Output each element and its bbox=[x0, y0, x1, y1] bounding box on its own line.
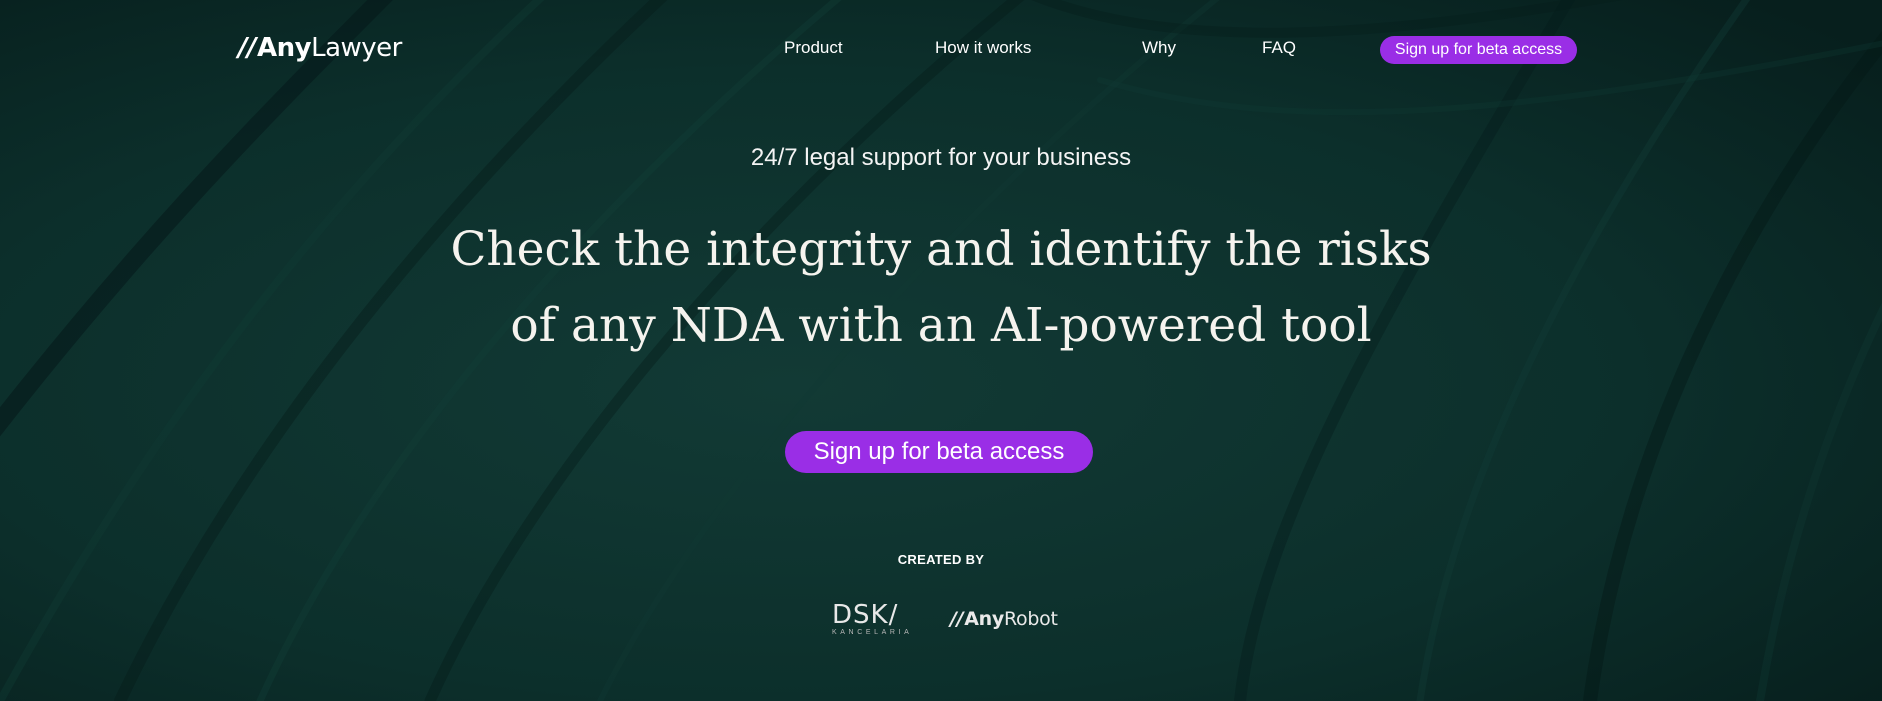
hero-headline-line-2: of any NDA with an AI-powered tool bbox=[510, 298, 1372, 353]
dsk-kancelaria-logo[interactable]: DSK/ KANCELARIA bbox=[832, 602, 924, 642]
nav-item-product[interactable]: Product bbox=[784, 38, 843, 58]
logo-any: Any bbox=[257, 33, 312, 63]
anyrobot-logo[interactable]: // Any Robot bbox=[950, 608, 1058, 630]
anyrobot-any: Any bbox=[964, 608, 1004, 630]
nav-item-why[interactable]: Why bbox=[1142, 38, 1176, 58]
anyrobot-slashes: // bbox=[950, 608, 964, 630]
hero-headline: Check the integrity and identify the ris… bbox=[341, 212, 1541, 364]
created-by-label: CREATED BY bbox=[897, 552, 985, 567]
logo-slashes: // bbox=[238, 33, 257, 63]
hero-tagline: 24/7 legal support for your business bbox=[750, 144, 1132, 171]
anylawyer-logo[interactable]: // Any Lawyer bbox=[238, 33, 402, 63]
hero-signup-button[interactable]: Sign up for beta access bbox=[785, 431, 1093, 473]
logo-lawyer: Lawyer bbox=[311, 33, 402, 63]
hero-headline-line-1: Check the integrity and identify the ris… bbox=[450, 222, 1432, 277]
anyrobot-robot: Robot bbox=[1004, 608, 1058, 630]
dsk-logo-subtext: KANCELARIA bbox=[832, 629, 913, 636]
nav-item-faq[interactable]: FAQ bbox=[1262, 38, 1296, 58]
dsk-logo-text: DSK/ bbox=[832, 600, 899, 630]
header-signup-button[interactable]: Sign up for beta access bbox=[1380, 36, 1577, 64]
nav-item-how-it-works[interactable]: How it works bbox=[935, 38, 1031, 58]
